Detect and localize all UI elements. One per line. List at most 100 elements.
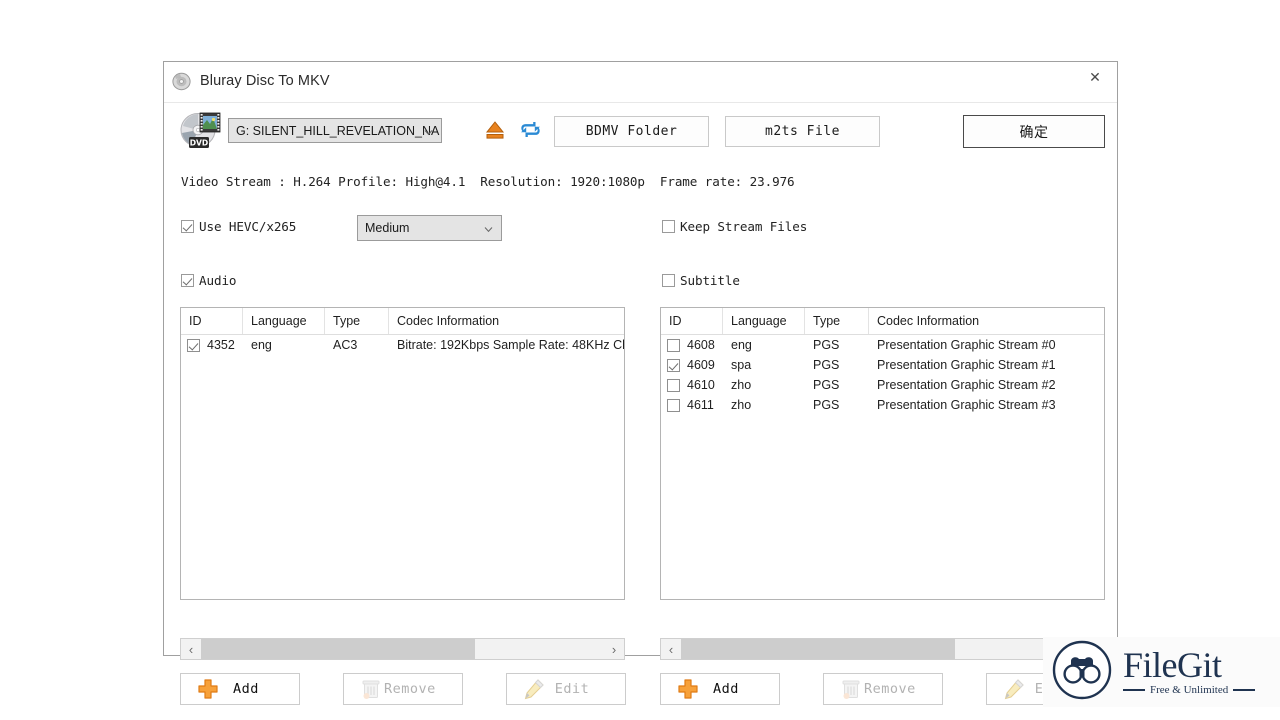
subtitle-table-header: ID Language Type Codec Information bbox=[661, 308, 1104, 335]
row-checkbox[interactable] bbox=[187, 338, 200, 352]
tagline-rule-right bbox=[1233, 689, 1256, 691]
audio-checkbox[interactable]: Audio bbox=[181, 273, 237, 288]
trash-icon bbox=[838, 677, 864, 701]
audio-add-button[interactable]: Add bbox=[180, 673, 300, 705]
plus-icon bbox=[195, 677, 221, 701]
svg-text:DVD: DVD bbox=[190, 138, 208, 147]
column-header-id: ID bbox=[181, 308, 243, 334]
chevron-down-icon bbox=[484, 223, 493, 233]
scroll-right-icon[interactable]: › bbox=[604, 639, 624, 659]
screen: Bluray Disc To MKV ✕ DVD G: SILENT_HILL_… bbox=[0, 0, 1280, 720]
audio-remove-label: Remove bbox=[384, 681, 436, 697]
row-id-cell: 4608 bbox=[661, 335, 723, 355]
window-title: Bluray Disc To MKV bbox=[200, 73, 330, 89]
bdmv-folder-button[interactable]: BDMV Folder bbox=[554, 116, 709, 147]
audio-edit-button[interactable]: Edit bbox=[506, 673, 626, 705]
filegit-tagline-row: Free & Unlimited bbox=[1123, 684, 1256, 696]
column-header-language: Language bbox=[723, 308, 805, 334]
subtitle-label: Subtitle bbox=[680, 273, 740, 288]
eject-icon[interactable] bbox=[484, 119, 506, 141]
row-codec-cell: Presentation Graphic Stream #1 bbox=[877, 358, 1056, 372]
table-row[interactable]: 4352 eng AC3 Bitrate: 192Kbps Sample Rat… bbox=[181, 335, 624, 355]
row-language-cell: zho bbox=[731, 378, 752, 392]
close-icon[interactable]: ✕ bbox=[1073, 62, 1117, 93]
audio-stream-table[interactable]: ID Language Type Codec Information 4352 … bbox=[180, 307, 625, 600]
subtitle-remove-button[interactable]: Remove bbox=[823, 673, 943, 705]
binoculars-logo-icon bbox=[1051, 639, 1113, 706]
tagline-rule-left bbox=[1123, 689, 1145, 691]
audio-table-body: 4352 eng AC3 Bitrate: 192Kbps Sample Rat… bbox=[181, 335, 624, 355]
subtitle-table-hscrollbar[interactable]: ‹ › bbox=[660, 638, 1105, 660]
row-checkbox[interactable] bbox=[667, 398, 680, 412]
row-checkbox[interactable] bbox=[667, 378, 680, 392]
subtitle-add-button[interactable]: Add bbox=[660, 673, 780, 705]
scroll-track[interactable] bbox=[201, 639, 604, 659]
trash-icon bbox=[358, 677, 384, 701]
row-id-value: 4609 bbox=[687, 358, 715, 372]
audio-label: Audio bbox=[199, 273, 237, 288]
confirm-button[interactable]: 确定 bbox=[963, 115, 1105, 148]
row-id-cell: 4610 bbox=[661, 375, 723, 395]
title-bar: Bluray Disc To MKV ✕ bbox=[164, 62, 1117, 103]
table-row[interactable]: 4609 spa PGS Presentation Graphic Stream… bbox=[661, 355, 1104, 375]
row-language-cell: eng bbox=[251, 338, 272, 352]
audio-table-hscrollbar[interactable]: ‹ › bbox=[180, 638, 625, 660]
refresh-icon[interactable] bbox=[519, 118, 542, 141]
checkbox-box bbox=[181, 220, 194, 233]
keep-stream-files-label: Keep Stream Files bbox=[680, 219, 808, 234]
row-checkbox[interactable] bbox=[667, 338, 680, 352]
row-type-cell: PGS bbox=[813, 338, 840, 352]
scroll-track[interactable] bbox=[681, 639, 1084, 659]
column-header-type: Type bbox=[805, 308, 869, 334]
row-id-cell: 4611 bbox=[661, 395, 723, 415]
bluray-to-mkv-dialog: Bluray Disc To MKV ✕ DVD G: SILENT_HILL_… bbox=[163, 61, 1118, 705]
row-checkbox[interactable] bbox=[667, 358, 680, 372]
row-id-value: 4610 bbox=[687, 378, 715, 392]
row-id-value: 4352 bbox=[207, 338, 235, 352]
row-type-cell: PGS bbox=[813, 378, 840, 392]
row-language-cell: eng bbox=[731, 338, 752, 352]
preset-select[interactable]: Medium bbox=[357, 215, 502, 241]
dvd-disc-icon: DVD bbox=[178, 109, 222, 153]
table-row[interactable]: 4611 zho PGS Presentation Graphic Stream… bbox=[661, 395, 1104, 415]
use-hevc-label: Use HEVC/x265 bbox=[199, 219, 297, 234]
scroll-left-icon[interactable]: ‹ bbox=[661, 639, 681, 659]
audio-table-header: ID Language Type Codec Information bbox=[181, 308, 624, 335]
subtitle-table-body: 4608 eng PGS Presentation Graphic Stream… bbox=[661, 335, 1104, 415]
scroll-thumb[interactable] bbox=[201, 639, 476, 659]
subtitle-checkbox[interactable]: Subtitle bbox=[662, 273, 740, 288]
keep-stream-files-checkbox[interactable]: Keep Stream Files bbox=[662, 219, 807, 234]
m2ts-file-button[interactable]: m2ts File bbox=[725, 116, 880, 147]
row-id-value: 4611 bbox=[687, 398, 714, 412]
table-row[interactable]: 4610 zho PGS Presentation Graphic Stream… bbox=[661, 375, 1104, 395]
filegit-tagline: Free & Unlimited bbox=[1150, 684, 1229, 696]
drive-select[interactable]: G: SILENT_HILL_REVELATION_NA bbox=[228, 118, 442, 143]
column-header-codec: Codec Information bbox=[877, 314, 980, 328]
row-id-cell: 4352 bbox=[181, 335, 243, 355]
use-hevc-checkbox[interactable]: Use HEVC/x265 bbox=[181, 219, 296, 234]
audio-remove-button[interactable]: Remove bbox=[343, 673, 463, 705]
scroll-thumb[interactable] bbox=[681, 639, 956, 659]
row-language-cell: spa bbox=[731, 358, 752, 372]
row-id-cell: 4609 bbox=[661, 355, 723, 375]
scroll-left-icon[interactable]: ‹ bbox=[181, 639, 201, 659]
filegit-name: FileGit bbox=[1123, 645, 1222, 685]
row-language-cell: zho bbox=[731, 398, 752, 412]
drive-select-value: G: SILENT_HILL_REVELATION_NA bbox=[236, 123, 440, 138]
subtitle-remove-label: Remove bbox=[864, 681, 916, 697]
table-row[interactable]: 4608 eng PGS Presentation Graphic Stream… bbox=[661, 335, 1104, 355]
column-header-codec: Codec Information bbox=[397, 314, 500, 328]
filegit-watermark: FileGit Free & Unlimited bbox=[1043, 637, 1280, 707]
filegit-wordmark: FileGit Free & Unlimited bbox=[1123, 645, 1256, 696]
chevron-down-icon bbox=[424, 126, 433, 135]
row-codec-cell: Presentation Graphic Stream #2 bbox=[877, 378, 1056, 392]
video-stream-info: Video Stream : H.264 Profile: High@4.1 R… bbox=[181, 174, 795, 189]
pencil-icon bbox=[1001, 677, 1027, 701]
checkbox-box bbox=[662, 274, 675, 287]
pencil-icon bbox=[521, 677, 547, 701]
preset-select-value: Medium bbox=[365, 221, 410, 235]
checkbox-box bbox=[662, 220, 675, 233]
subtitle-stream-table[interactable]: ID Language Type Codec Information 4608 … bbox=[660, 307, 1105, 600]
row-id-value: 4608 bbox=[687, 338, 715, 352]
column-header-type: Type bbox=[325, 308, 389, 334]
